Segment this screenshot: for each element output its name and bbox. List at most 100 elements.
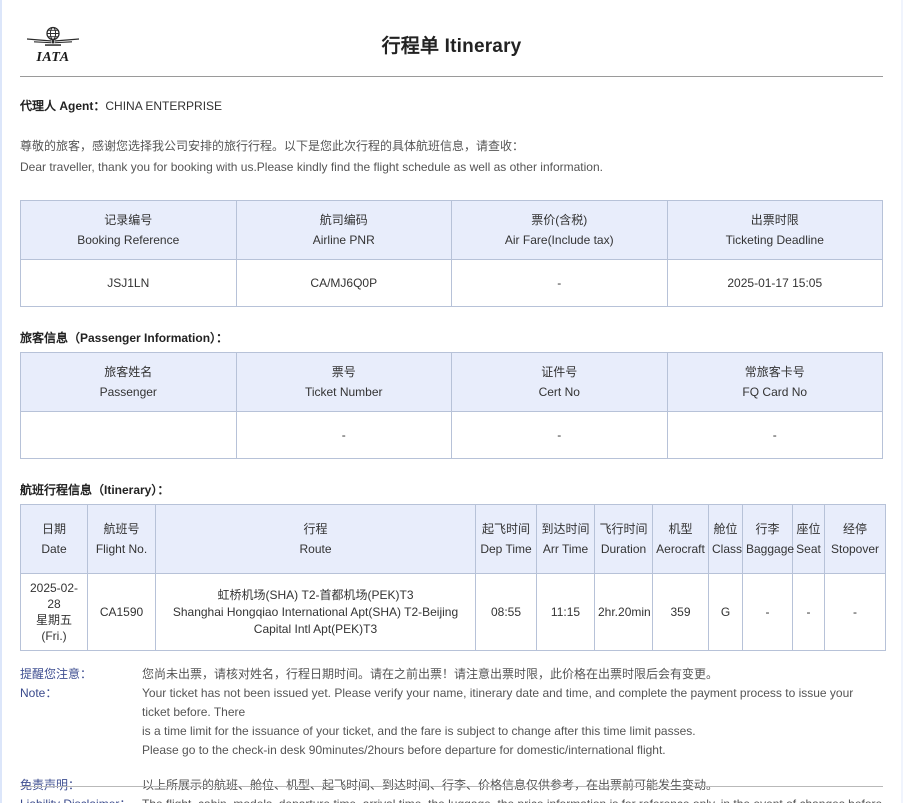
passenger-section-label: 旅客信息（Passenger Information）： — [20, 331, 229, 345]
disclaimer-row-en: Liability Disclaimer： The flight, cabin,… — [20, 795, 883, 803]
cert-no-value: - — [451, 411, 668, 459]
ticket-number-value: - — [235, 411, 452, 459]
booking-header-pnr: 航司编码 Airline PNR — [235, 200, 452, 260]
booking-table-block: 记录编号 Booking Reference 航司编码 Airline PNR … — [20, 200, 883, 307]
itinerary-header-dep-time: 起飞时间 Dep Time — [475, 504, 537, 574]
passenger-header-name: 旅客姓名 Passenger — [20, 352, 237, 412]
booking-header-fare: 票价(含税) Air Fare(Include tax) — [451, 200, 668, 260]
header-cn: 出票时限 — [750, 213, 799, 227]
route-en: Shanghai Hongqiao International Apt(SHA)… — [172, 604, 459, 636]
agent-label-cn: 代理人 — [20, 99, 57, 113]
header-en: Passenger — [99, 385, 157, 399]
table-header-row: 记录编号 Booking Reference 航司编码 Airline PNR … — [20, 200, 883, 260]
booking-header-reference: 记录编号 Booking Reference — [20, 200, 237, 260]
header-cn: 到达时间 — [541, 522, 590, 536]
header-cn: 行李 — [755, 522, 780, 536]
passenger-table: 旅客姓名 Passenger 票号 Ticket Number 证件号 Cert… — [20, 352, 883, 459]
iata-logo: IATA — [24, 24, 82, 66]
agent-line: 代理人 Agent：CHINA ENTERPRISE — [20, 97, 883, 114]
header-en: Seat — [796, 542, 821, 556]
header-cn: 经停 — [842, 522, 867, 536]
itinerary-header-aerocraft: 机型 Aerocraft — [652, 504, 709, 574]
itinerary-table: 日期 Date 航班号 Flight No. 行程 Route 起飞时间 Dep… — [20, 504, 886, 651]
table-row: - - - — [20, 411, 883, 459]
itinerary-header-date: 日期 Date — [20, 504, 88, 574]
header-cn: 起飞时间 — [481, 522, 530, 536]
header-cn: 票价(含税) — [531, 213, 588, 227]
agent-label-en: Agent — [59, 99, 94, 113]
header-en: Arr Time — [542, 542, 589, 556]
header-en: Date — [41, 542, 67, 556]
note-label-cn: 提醒您注意： — [20, 667, 93, 681]
itinerary-header-duration: 飞行时间 Duration — [594, 504, 653, 574]
header-cn: 座位 — [796, 522, 821, 536]
header-cn: 日期 — [41, 522, 66, 536]
header-en: Flight No. — [95, 542, 148, 556]
dep-time-value: 08:55 — [475, 573, 537, 651]
header-divider — [20, 76, 883, 77]
stopover-value: - — [824, 573, 886, 651]
itinerary-header-stopover: 经停 Stopover — [824, 504, 886, 574]
note-text-en-line3: Please go to the check-in desk 90minutes… — [142, 743, 666, 757]
route-cn: 虹桥机场(SHA) T2-首都机场(PEK)T3 — [217, 587, 414, 602]
itinerary-header-class: 舱位 Class — [708, 504, 743, 574]
itinerary-section-label: 航班行程信息（Itinerary）： — [20, 483, 170, 497]
notes-section: 提醒您注意： 您尚未出票，请核对姓名，行程日期时间。请在之前出票！请注意出票时限… — [20, 665, 883, 803]
page-title: 行程单 Itinerary — [382, 31, 522, 58]
header-cn: 行程 — [303, 522, 328, 536]
page-title-en: Itinerary — [444, 35, 522, 57]
itinerary-header-route: 行程 Route — [155, 504, 476, 574]
iata-globe-wings-icon — [25, 26, 81, 50]
itinerary-table-block: 航班行程信息（Itinerary）： 日期 Date 航班号 Flight No… — [20, 481, 886, 651]
passenger-name-value — [20, 411, 237, 459]
itinerary-header-baggage: 行李 Baggage — [742, 504, 794, 574]
disclaimer-label-en: Liability Disclaimer： — [20, 795, 142, 803]
document-header: IATA 行程单 Itinerary — [20, 18, 883, 70]
passenger-header-cert-no: 证件号 Cert No — [451, 352, 668, 412]
header-en: Aerocraft — [656, 542, 705, 556]
header-cn: 常旅客卡号 — [744, 365, 805, 379]
agent-separator: ： — [93, 99, 106, 113]
booking-header-deadline: 出票时限 Ticketing Deadline — [666, 200, 883, 260]
header-cn: 记录编号 — [104, 213, 153, 227]
note-text-cn: 您尚未出票，请核对姓名，行程日期时间。请在之前出票！请注意出票时限，此价格在出票… — [142, 667, 719, 681]
header-en: Duration — [600, 542, 647, 556]
greeting-en: Dear traveller, thank you for booking wi… — [20, 160, 603, 174]
header-en: Dep Time — [480, 542, 532, 556]
table-row: JSJ1LN CA/MJ6Q0P - 2025-01-17 15:05 — [20, 259, 883, 307]
table-header-row: 日期 Date 航班号 Flight No. 行程 Route 起飞时间 Dep… — [20, 504, 886, 574]
header-cn: 飞行时间 — [599, 522, 648, 536]
header-en: Airline PNR — [312, 233, 375, 247]
route-cell: 虹桥机场(SHA) T2-首都机场(PEK)T3 Shanghai Hongqi… — [155, 573, 476, 651]
header-en: Air Fare(Include tax) — [504, 233, 614, 247]
note-text-en-line1: Your ticket has not been issued yet. Ple… — [142, 686, 854, 719]
fq-card-no-value: - — [666, 411, 883, 459]
header-en: Route — [299, 542, 332, 556]
header-en: Ticket Number — [304, 385, 383, 399]
booking-table: 记录编号 Booking Reference 航司编码 Airline PNR … — [20, 200, 883, 307]
flight-date-line1: 2025-02-28 — [29, 581, 79, 611]
iata-logo-text: IATA — [36, 49, 70, 65]
note-label-en: Note： — [20, 686, 58, 700]
note-text-en: Your ticket has not been issued yet. Ple… — [142, 684, 883, 760]
header-cn: 票号 — [331, 365, 356, 379]
booking-reference-value: JSJ1LN — [20, 259, 237, 307]
class-value: G — [708, 573, 743, 651]
header-en: Stopover — [830, 542, 880, 556]
header-cn: 航司编码 — [319, 213, 368, 227]
ticketing-deadline-value: 2025-01-17 15:05 — [666, 259, 883, 307]
flight-number-value: CA1590 — [87, 573, 156, 651]
header-cn: 机型 — [668, 522, 693, 536]
header-en: Booking Reference — [77, 233, 180, 247]
table-header-row: 旅客姓名 Passenger 票号 Ticket Number 证件号 Cert… — [20, 352, 883, 412]
note-text-en-line2: is a time limit for the issuance of your… — [142, 724, 696, 738]
header-cn: 舱位 — [713, 522, 738, 536]
disclaimer-text-en: The flight, cabin, models, departure tim… — [142, 795, 883, 803]
header-en: Class — [712, 542, 743, 556]
flight-date-cell: 2025-02-28 星期五 (Fri.) — [20, 573, 88, 651]
airline-pnr-value: CA/MJ6Q0P — [235, 259, 452, 307]
table-row: 2025-02-28 星期五 (Fri.) CA1590 虹桥机场(SHA) T… — [20, 573, 886, 651]
header-cn: 旅客姓名 — [104, 365, 153, 379]
note-row-en: Note： Your ticket has not been issued ye… — [20, 684, 883, 760]
greeting-cn: 尊敬的旅客，感谢您选择我公司安排的旅行行程。以下是您此次行程的具体航班信息，请查… — [20, 139, 525, 153]
